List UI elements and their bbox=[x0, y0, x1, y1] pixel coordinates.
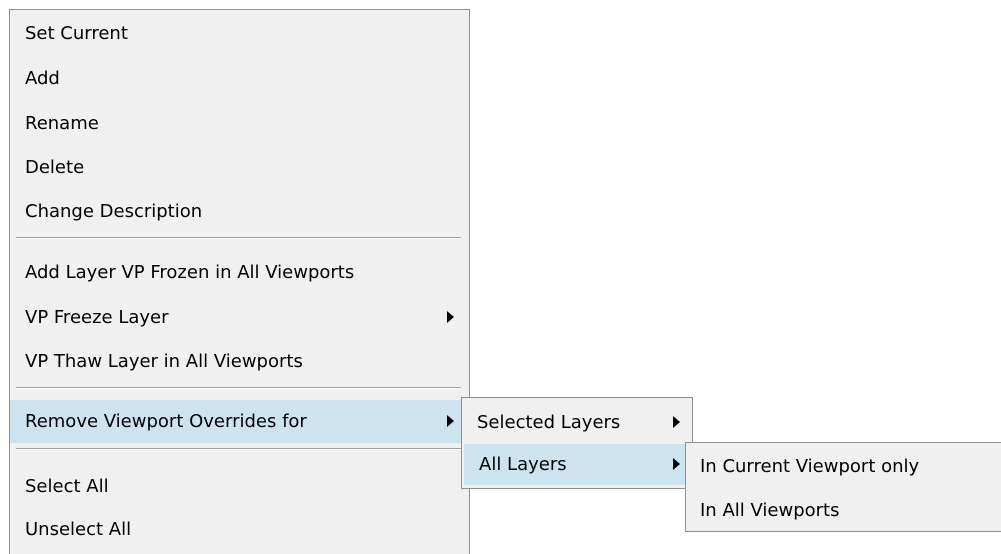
menu-item-label: Delete bbox=[25, 156, 85, 178]
menu-item-add-layer-vp-frozen[interactable]: Add Layer VP Frozen in All Viewports bbox=[10, 252, 469, 292]
menu-item-label: In Current Viewport only bbox=[700, 455, 920, 477]
menu-item-label: Remove Viewport Overrides for bbox=[25, 411, 307, 432]
layer-context-menu: Set Current Add Rename Delete Change Des… bbox=[9, 9, 470, 554]
menu-item-label: In All Viewports bbox=[700, 499, 840, 521]
submenu-arrow-icon bbox=[447, 311, 454, 323]
menu-item-add[interactable]: Add bbox=[10, 58, 469, 98]
menu-item-label: VP Thaw Layer in All Viewports bbox=[25, 350, 303, 372]
menu-item-label: Add bbox=[25, 67, 60, 89]
menu-item-label: Selected Layers bbox=[477, 411, 621, 433]
menu-item-label: Select All bbox=[25, 475, 109, 497]
menu-item-unselect-all[interactable]: Unselect All bbox=[10, 509, 469, 549]
menu-item-label: Add Layer VP Frozen in All Viewports bbox=[25, 261, 355, 283]
menu-item-label: Rename bbox=[25, 112, 99, 134]
menu-item-remove-viewport-overrides[interactable]: Remove Viewport Overrides for bbox=[10, 400, 469, 443]
menu-item-label: All Layers bbox=[479, 454, 567, 475]
menu-item-label: Change Description bbox=[25, 200, 203, 222]
menu-item-vp-freeze-layer[interactable]: VP Freeze Layer bbox=[10, 297, 469, 337]
menu-separator bbox=[16, 448, 461, 450]
submenu-arrow-icon bbox=[673, 416, 680, 428]
menu-item-label: VP Freeze Layer bbox=[25, 306, 169, 328]
menu-separator bbox=[16, 237, 461, 239]
menu-item-label: Unselect All bbox=[25, 518, 132, 540]
menu-item-label: Set Current bbox=[25, 22, 128, 44]
submenu-item-in-all-viewports[interactable]: In All Viewports bbox=[686, 490, 1001, 530]
remove-overrides-submenu: Selected Layers All Layers bbox=[461, 397, 693, 489]
submenu-arrow-icon bbox=[447, 415, 454, 427]
all-layers-submenu: In Current Viewport only In All Viewport… bbox=[685, 442, 1001, 532]
menu-item-select-all[interactable]: Select All bbox=[10, 466, 469, 506]
menu-item-vp-thaw-layer[interactable]: VP Thaw Layer in All Viewports bbox=[10, 341, 469, 381]
menu-item-delete[interactable]: Delete bbox=[10, 147, 469, 187]
submenu-item-in-current-viewport-only[interactable]: In Current Viewport only bbox=[686, 446, 1001, 486]
menu-item-rename[interactable]: Rename bbox=[10, 103, 469, 143]
submenu-arrow-icon bbox=[673, 458, 680, 470]
submenu-item-all-layers[interactable]: All Layers bbox=[464, 444, 690, 485]
menu-item-change-description[interactable]: Change Description bbox=[10, 191, 469, 231]
submenu-item-selected-layers[interactable]: Selected Layers bbox=[462, 402, 692, 442]
menu-item-set-current[interactable]: Set Current bbox=[10, 13, 469, 53]
menu-separator bbox=[16, 387, 461, 389]
